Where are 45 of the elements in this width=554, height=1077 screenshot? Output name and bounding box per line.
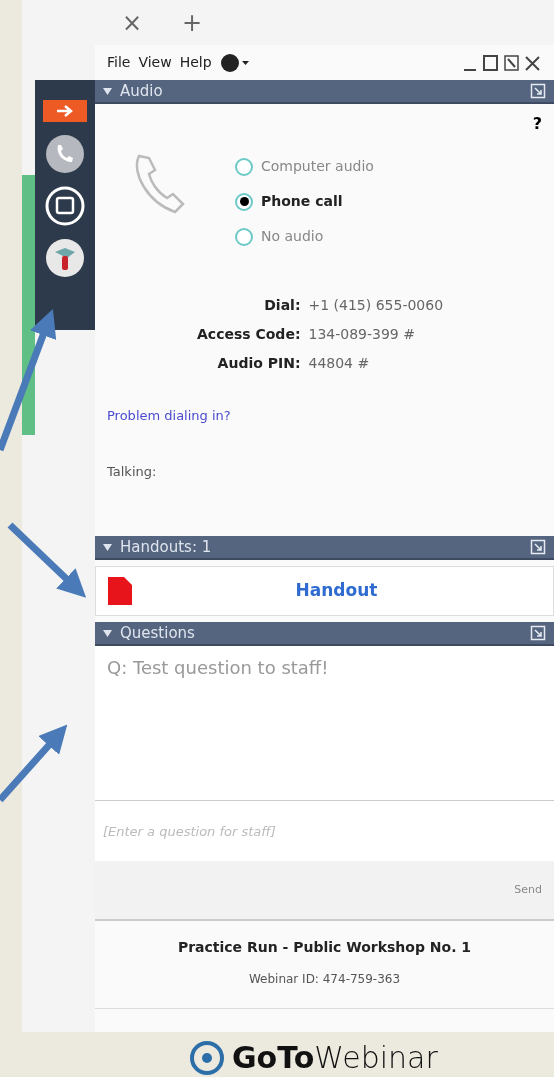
- logo-icon: [190, 1040, 224, 1075]
- radio-button[interactable]: [235, 157, 253, 176]
- close-tab-icon[interactable]: ×: [122, 4, 143, 41]
- pop-out-icon[interactable]: [530, 625, 546, 641]
- talking-label: Talking:: [107, 462, 158, 481]
- menu-item[interactable]: View: [138, 52, 172, 73]
- section-header[interactable]: Handouts: 1: [95, 536, 554, 560]
- dial-value: 134-089-399 #: [308, 325, 416, 344]
- radio-label: No audio: [261, 227, 324, 246]
- section-title: Audio: [120, 80, 164, 102]
- question-text: Q: Test question to staff!: [107, 656, 330, 680]
- logo-text: GoToWebinar: [232, 1039, 438, 1077]
- window-controls-icon[interactable]: [462, 53, 542, 72]
- document-icon: [108, 577, 132, 605]
- webinar-title: Practice Run - Public Workshop No. 1: [177, 938, 472, 957]
- collapse-triangle-icon: [103, 543, 112, 551]
- new-tab-icon[interactable]: +: [182, 4, 203, 41]
- collapse-triangle-icon: [103, 87, 112, 95]
- dial-label: Audio PIN:: [216, 354, 301, 373]
- handout-name: Handout: [294, 579, 379, 603]
- dial-value: +1 (415) 655-0060: [308, 296, 444, 315]
- question-input-field[interactable]: [Enter a question for staff]: [95, 801, 554, 861]
- section-header[interactable]: Questions: [95, 622, 554, 646]
- phone-icon[interactable]: [45, 134, 85, 174]
- dial-value: 44804 #: [308, 354, 371, 373]
- handout-item[interactable]: Handout: [95, 566, 554, 616]
- pop-out-icon[interactable]: [530, 83, 546, 99]
- radio-label: Computer audio: [261, 157, 374, 176]
- collapse-triangle-icon: [103, 629, 112, 637]
- section-header[interactable]: Audio: [95, 80, 554, 104]
- radio-button[interactable]: [235, 192, 253, 211]
- webinar-id: Webinar ID: 474-759-363: [248, 971, 401, 988]
- dial-label: Dial:: [263, 296, 301, 315]
- send-button[interactable]: Send: [514, 881, 542, 899]
- help-icon[interactable]: ?: [532, 112, 542, 136]
- menu-item[interactable]: Help: [179, 52, 212, 73]
- radio-button[interactable]: [235, 227, 253, 246]
- menu-item[interactable]: File: [107, 52, 131, 73]
- section-title: Handouts: 1: [120, 536, 213, 558]
- radio-label: Phone call: [261, 192, 343, 211]
- screen-icon[interactable]: [45, 186, 85, 226]
- problem-dialing-link[interactable]: Problem dialing in?: [107, 406, 231, 426]
- pop-out-icon[interactable]: [530, 539, 546, 555]
- dial-label: Access Code:: [197, 325, 301, 344]
- section-title: Questions: [120, 622, 196, 644]
